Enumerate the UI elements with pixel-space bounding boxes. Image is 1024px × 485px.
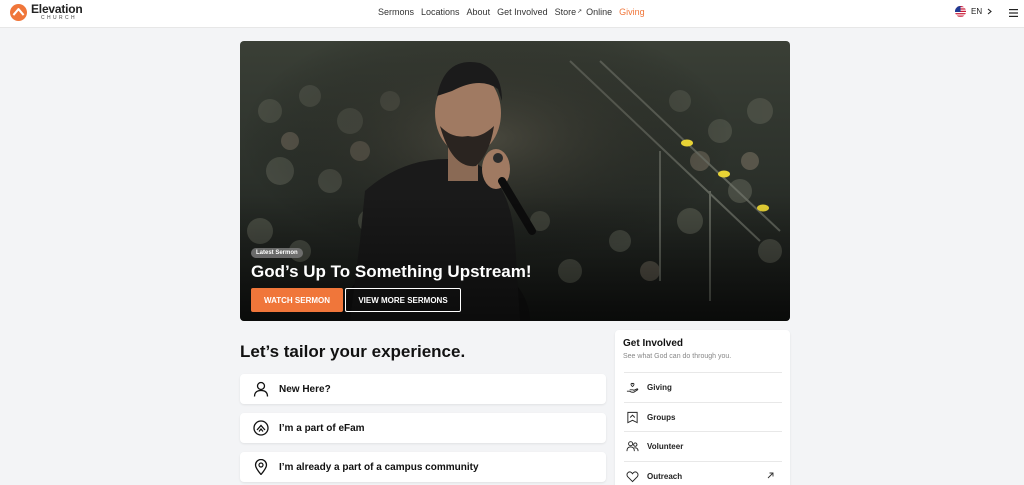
nav-get-involved[interactable]: Get Involved bbox=[497, 7, 548, 17]
option-new-here[interactable]: New Here? bbox=[240, 374, 606, 404]
tailor-heading: Let’s tailor your experience. bbox=[240, 342, 466, 361]
efam-icon bbox=[253, 420, 269, 436]
nav-store[interactable]: Store↗ bbox=[555, 7, 583, 17]
nav-online[interactable]: Online bbox=[586, 7, 612, 17]
get-involved-giving[interactable]: Giving bbox=[624, 372, 782, 401]
latest-sermon-badge: Latest Sermon bbox=[251, 248, 303, 258]
chevron-right-icon bbox=[987, 8, 992, 15]
option-label: I’m already a part of a campus community bbox=[279, 461, 479, 473]
option-label: New Here? bbox=[279, 383, 331, 395]
nav-about[interactable]: About bbox=[467, 7, 491, 17]
person-icon bbox=[253, 381, 269, 397]
logo-name: Elevation bbox=[31, 2, 83, 16]
get-involved-item-label: Giving bbox=[647, 382, 672, 392]
logo-text: Elevation CHURCH bbox=[31, 3, 83, 21]
option-label: I’m a part of eFam bbox=[279, 422, 365, 434]
logo-subtitle: CHURCH bbox=[41, 15, 78, 21]
get-involved-item-label: Groups bbox=[647, 412, 676, 422]
sermon-title: God’s Up To Something Upstream! bbox=[251, 262, 532, 281]
watch-sermon-button[interactable]: WATCH SERMON bbox=[251, 288, 343, 312]
elevation-logo[interactable]: Elevation CHURCH bbox=[10, 3, 83, 21]
volunteer-icon bbox=[626, 440, 639, 451]
hamburger-menu-icon[interactable] bbox=[1009, 9, 1018, 17]
heart-icon bbox=[626, 470, 639, 482]
nav-giving[interactable]: Giving bbox=[619, 7, 645, 17]
giving-hand-icon bbox=[626, 382, 639, 393]
get-involved-volunteer[interactable]: Volunteer bbox=[624, 431, 782, 460]
option-efam[interactable]: I’m a part of eFam bbox=[240, 413, 606, 443]
external-arrow-icon bbox=[767, 472, 774, 479]
top-navigation-bar: Elevation CHURCH Sermons Locations About… bbox=[0, 0, 1024, 28]
external-link-icon: ↗ bbox=[577, 9, 583, 15]
get-involved-groups[interactable]: Groups bbox=[624, 402, 782, 431]
nav-store-label: Store bbox=[554, 7, 577, 17]
main-nav: Sermons Locations About Get Involved Sto… bbox=[378, 7, 652, 17]
elevation-logo-icon bbox=[10, 3, 27, 21]
language-selector[interactable]: EN bbox=[955, 6, 992, 17]
option-campus-community[interactable]: I’m already a part of a campus community bbox=[240, 452, 606, 482]
location-pin-icon bbox=[254, 459, 268, 475]
get-involved-subtitle: See what God can do through you. bbox=[623, 353, 732, 360]
us-flag-icon bbox=[955, 6, 966, 17]
latest-sermon-hero: Latest Sermon God’s Up To Something Upst… bbox=[240, 41, 790, 321]
language-code: EN bbox=[971, 7, 983, 16]
nav-locations[interactable]: Locations bbox=[421, 7, 460, 17]
get-involved-card: Get Involved See what God can do through… bbox=[615, 330, 790, 485]
nav-sermons[interactable]: Sermons bbox=[378, 7, 414, 17]
get-involved-item-label: Outreach bbox=[647, 471, 683, 481]
get-involved-title: Get Involved bbox=[623, 338, 684, 349]
get-involved-item-label: Volunteer bbox=[647, 441, 684, 451]
get-involved-outreach[interactable]: Outreach bbox=[624, 461, 782, 485]
view-more-sermons-button[interactable]: VIEW MORE SERMONS bbox=[345, 288, 461, 312]
groups-icon bbox=[627, 411, 638, 423]
